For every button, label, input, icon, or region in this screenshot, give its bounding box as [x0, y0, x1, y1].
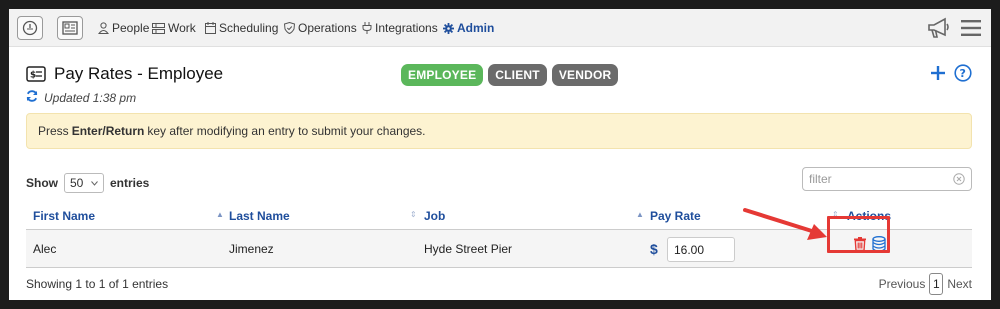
announcements-button[interactable]	[927, 17, 951, 44]
page-size-value: 50	[70, 176, 84, 190]
currency-symbol: $	[650, 241, 658, 257]
annotation-highlight-box	[827, 216, 890, 253]
calendar-icon	[205, 22, 216, 34]
shield-icon	[284, 22, 295, 34]
page-title: Pay Rates - Employee	[54, 64, 224, 83]
chevron-down-icon	[91, 180, 98, 186]
top-navigation-bar: People Work Scheduling Operations Integr…	[9, 9, 991, 47]
nav-item-people[interactable]: People	[98, 21, 149, 35]
last-updated-status: Updated 1:38 pm	[26, 90, 136, 105]
filter-placeholder: filter	[809, 172, 832, 186]
help-button[interactable]: ?	[954, 64, 972, 87]
dashboard-gauge-button[interactable]	[17, 16, 43, 40]
nav-item-work[interactable]: Work	[152, 21, 196, 35]
nav-item-label: Integrations	[375, 21, 438, 35]
pay-rate-value: 16.00	[674, 242, 705, 257]
pagination: Previous 1 Next	[879, 273, 972, 295]
next-page-button[interactable]: Next	[947, 277, 972, 291]
cell-job: Hyde Street Pier	[424, 242, 513, 256]
show-label: Show	[26, 176, 58, 190]
employee-filter-button[interactable]: EMPLOYEE	[401, 64, 484, 86]
instruction-alert: Press Enter/Return key after modifying a…	[26, 113, 972, 149]
nav-item-label: Work	[168, 21, 196, 35]
client-filter-button[interactable]: CLIENT	[488, 64, 547, 86]
main-menu-button[interactable]	[961, 19, 981, 42]
pay-rate-input[interactable]: 16.00	[667, 237, 735, 262]
header-actions: ?	[931, 64, 972, 87]
newspaper-icon	[62, 21, 78, 35]
nav-item-label: Scheduling	[219, 21, 279, 35]
filter-input[interactable]: filter	[802, 167, 972, 191]
add-pay-rate-button[interactable]	[931, 66, 945, 85]
nav-item-operations[interactable]: Operations	[284, 21, 357, 35]
column-header-first-name[interactable]: First Name	[33, 209, 95, 223]
gear-icon	[443, 22, 454, 34]
page-size-control: Show 50 entries	[26, 173, 149, 193]
nav-item-label: People	[112, 21, 150, 35]
work-icon	[152, 22, 165, 34]
sort-asc-icon[interactable]: ▲	[636, 210, 644, 219]
nav-item-integrations[interactable]: Integrations	[362, 21, 438, 35]
alert-suffix: key after modifying an entry to submit y…	[147, 124, 426, 138]
column-header-last-name[interactable]: Last Name	[229, 209, 290, 223]
alert-key: Enter/Return	[71, 124, 145, 138]
plus-icon	[931, 66, 945, 80]
newspaper-button[interactable]	[57, 16, 83, 40]
cell-last-name: Jimenez	[229, 242, 274, 256]
pay-rate-icon: $	[26, 66, 46, 82]
svg-text:$: $	[30, 71, 36, 81]
gauge-icon	[22, 20, 38, 36]
hamburger-menu-icon	[961, 20, 981, 36]
table-info: Showing 1 to 1 of 1 entries	[26, 277, 169, 291]
column-header-pay-rate[interactable]: Pay Rate	[650, 209, 701, 223]
cell-first-name: Alec	[33, 242, 57, 256]
person-icon	[98, 22, 109, 34]
megaphone-icon	[928, 17, 949, 38]
annotation-arrow	[743, 208, 827, 240]
sort-asc-icon[interactable]: ▲	[216, 210, 224, 219]
nav-item-label: Operations	[298, 21, 357, 35]
entries-label: entries	[110, 176, 150, 190]
nav-item-admin[interactable]: Admin	[443, 21, 494, 35]
sort-icon[interactable]: ⇕	[410, 210, 417, 219]
vendor-filter-button[interactable]: VENDOR	[551, 64, 619, 86]
nav-item-label: Admin	[457, 21, 495, 35]
page-size-select[interactable]: 50	[64, 173, 104, 193]
refresh-icon	[26, 90, 38, 102]
nav-item-scheduling[interactable]: Scheduling	[205, 21, 278, 35]
column-header-job[interactable]: Job	[424, 209, 445, 223]
updated-time-label: Updated 1:38 pm	[44, 90, 137, 105]
clear-filter-icon[interactable]	[953, 173, 965, 185]
previous-page-button[interactable]: Previous	[879, 277, 926, 291]
rate-type-filter: EMPLOYEE CLIENT VENDOR	[401, 64, 619, 86]
refresh-button[interactable]	[26, 90, 38, 105]
top-right-actions	[927, 17, 981, 44]
alert-prefix: Press	[38, 124, 69, 138]
help-icon: ?	[954, 64, 972, 82]
plug-icon	[362, 22, 372, 34]
app-frame: People Work Scheduling Operations Integr…	[9, 9, 991, 300]
page-header: $ Pay Rates - Employee	[26, 64, 223, 84]
svg-text:?: ?	[960, 67, 966, 80]
page-number-button[interactable]: 1	[929, 273, 944, 295]
